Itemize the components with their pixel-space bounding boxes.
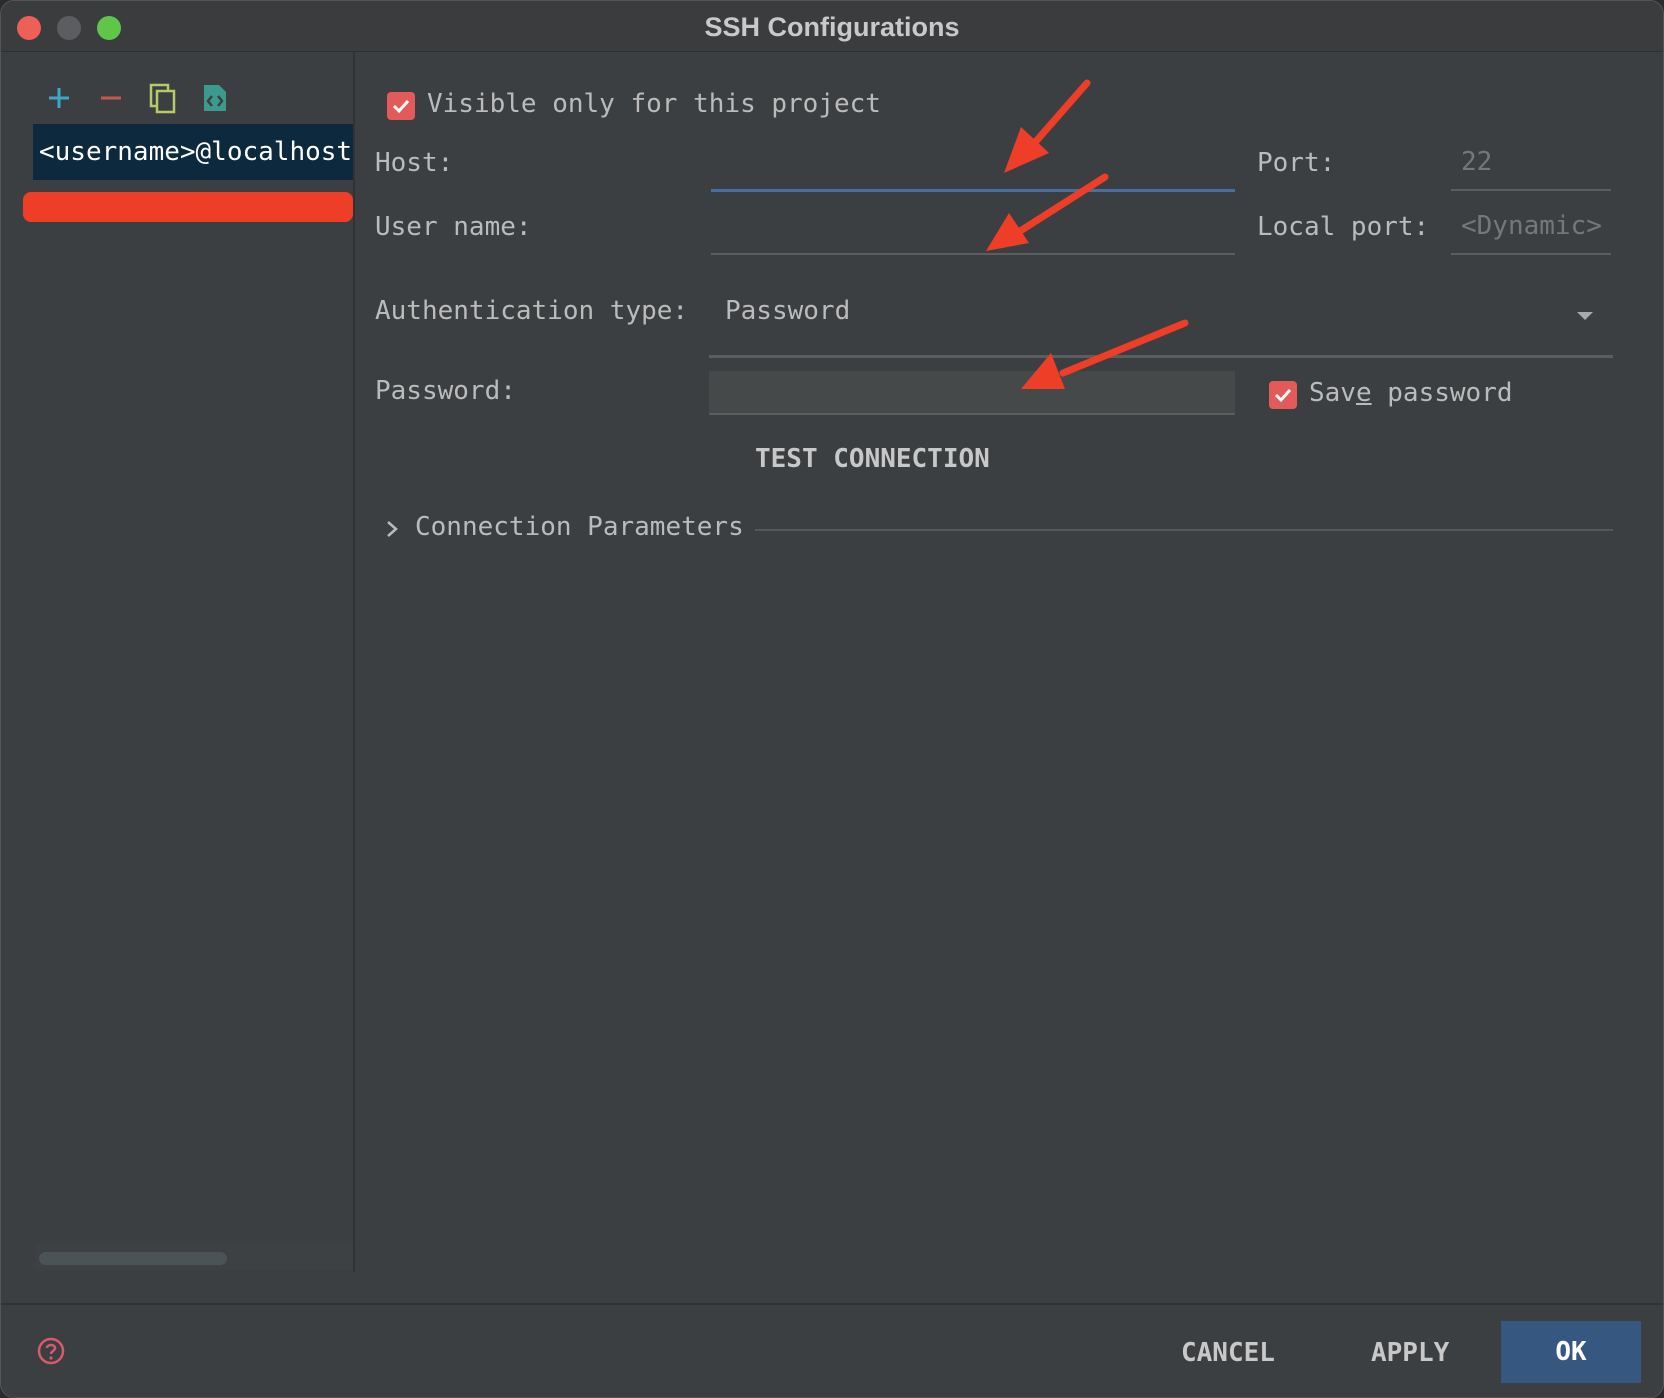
export-icon[interactable] <box>197 80 233 116</box>
section-separator <box>755 529 1613 531</box>
password-input[interactable] <box>709 371 1235 415</box>
username-label: User name: <box>375 212 532 242</box>
host-input[interactable] <box>711 141 1235 192</box>
apply-button[interactable]: APPLY <box>1371 1338 1449 1368</box>
ssh-config-list-item[interactable]: <username>@localhost <box>33 124 353 180</box>
ok-button-label: OK <box>1555 1337 1587 1367</box>
auth-type-label: Authentication type: <box>375 296 689 326</box>
auth-type-select[interactable]: Password <box>709 281 1613 358</box>
local-port-label: Local port: <box>1257 212 1430 242</box>
ok-button[interactable]: OK <box>1501 1321 1641 1383</box>
chevron-right-icon[interactable] <box>385 519 399 539</box>
remove-icon[interactable] <box>93 80 129 116</box>
password-label: Password: <box>375 376 516 406</box>
port-label: Port: <box>1257 148 1336 178</box>
configurations-sidebar: <username>@localhost <box>1 52 355 1272</box>
ssh-configurations-window: SSH Configurations <username>@localhost … <box>0 0 1664 1398</box>
footer-separator <box>1 1303 1663 1305</box>
test-connection-button[interactable]: TEST CONNECTION <box>755 444 990 474</box>
copy-icon[interactable] <box>145 80 181 116</box>
scrollbar-thumb[interactable] <box>39 1252 227 1265</box>
chevron-down-icon <box>1577 312 1593 320</box>
save-password-label: Save password <box>1309 378 1513 408</box>
local-port-input[interactable]: <Dynamic> <box>1451 205 1611 255</box>
title-bar: SSH Configurations <box>1 1 1663 52</box>
host-label: Host: <box>375 148 454 178</box>
port-input[interactable]: 22 <box>1451 141 1611 191</box>
add-icon[interactable] <box>41 80 77 116</box>
help-icon[interactable] <box>37 1337 65 1365</box>
visible-only-label: Visible only for this project <box>427 89 881 119</box>
cancel-button[interactable]: CANCEL <box>1181 1338 1275 1368</box>
redacted-list-item-mark <box>23 192 353 222</box>
save-password-checkbox[interactable] <box>1269 381 1297 409</box>
visible-only-checkbox[interactable] <box>387 92 415 120</box>
username-input[interactable] <box>711 205 1235 255</box>
horizontal-scrollbar[interactable] <box>35 1244 353 1270</box>
connection-parameters-toggle[interactable]: Connection Parameters <box>415 512 744 542</box>
window-title: SSH Configurations <box>704 12 960 42</box>
